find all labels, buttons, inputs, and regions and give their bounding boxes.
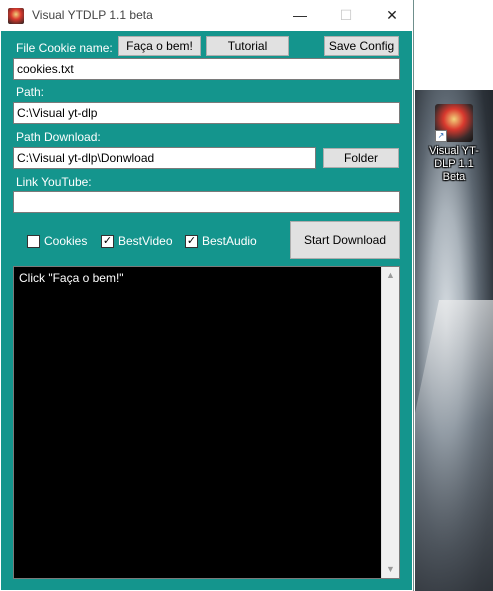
app-window: Visual YTDLP 1.1 beta — ☐ ✕ File Cookie … [0, 0, 414, 591]
link-youtube-label: Link YouTube: [16, 175, 92, 189]
minimize-button[interactable]: — [277, 0, 323, 31]
desktop-top-area [415, 0, 493, 90]
maximize-button[interactable]: ☐ [323, 0, 369, 31]
link-youtube-input[interactable] [13, 191, 400, 213]
path-download-label: Path Download: [16, 130, 101, 144]
close-button[interactable]: ✕ [369, 0, 415, 31]
cookie-file-input[interactable]: cookies.txt [13, 58, 400, 80]
desktop-shortcut-visual-ytdlp[interactable]: ↗ Visual YT-DLP 1.1 Beta [423, 104, 485, 184]
cookie-file-label: File Cookie name: [16, 41, 113, 55]
tutorial-button[interactable]: Tutorial [206, 36, 289, 56]
log-output[interactable]: Click "Faça o bem!" ▲ ▼ [13, 266, 400, 579]
bestaudio-checkbox-label: BestAudio [202, 234, 257, 248]
scroll-down-arrow-icon[interactable]: ▼ [382, 561, 399, 578]
cookies-checkbox-box[interactable] [27, 235, 40, 248]
path-download-input[interactable]: C:\Visual yt-dlp\Donwload [13, 147, 316, 169]
wallpaper-shape [415, 300, 493, 591]
cookies-checkbox-label: Cookies [44, 234, 88, 248]
path-label: Path: [16, 85, 45, 99]
bestvideo-checkbox-box[interactable]: ✓ [101, 235, 114, 248]
bestaudio-checkbox-box[interactable]: ✓ [185, 235, 198, 248]
faca-o-bem-button[interactable]: Faça o bem! [118, 36, 201, 56]
log-scrollbar[interactable]: ▲ ▼ [381, 267, 399, 578]
save-config-button[interactable]: Save Config [324, 36, 399, 56]
app-icon [8, 8, 24, 24]
shortcut-arrow-icon: ↗ [435, 130, 447, 142]
desktop-shortcut-label: Visual YT-DLP 1.1 Beta [429, 145, 479, 183]
window-title: Visual YTDLP 1.1 beta [32, 8, 153, 22]
title-bar[interactable]: Visual YTDLP 1.1 beta — ☐ ✕ [0, 0, 413, 31]
path-input[interactable]: C:\Visual yt-dlp [13, 102, 400, 124]
log-text: Click "Faça o bem!" [19, 271, 124, 285]
desktop-background: ↗ Visual YT-DLP 1.1 Beta [415, 0, 493, 591]
folder-button[interactable]: Folder [323, 148, 399, 168]
start-download-button[interactable]: Start Download [290, 221, 400, 259]
scroll-up-arrow-icon[interactable]: ▲ [382, 267, 399, 284]
bestvideo-checkbox-label: BestVideo [118, 234, 173, 248]
desktop-shortcut-icon[interactable]: ↗ [435, 104, 473, 142]
client-area: File Cookie name: Faça o bem! Tutorial S… [1, 31, 412, 590]
